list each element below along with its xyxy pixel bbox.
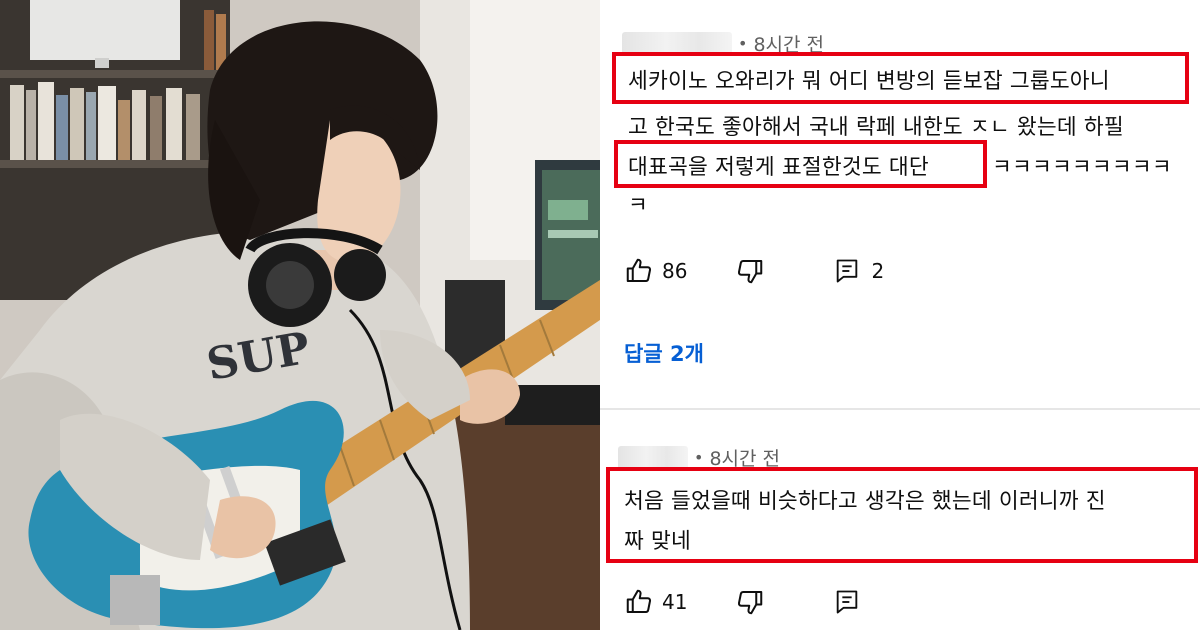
dislike-icon: [738, 260, 763, 284]
highlight-box: [614, 140, 987, 188]
comment-actions: 41: [624, 587, 861, 617]
comments-panel: • 8시간 전 세카이노 오와리가 뭐 어디 변방의 듣보잡 그룹도아니 고 한…: [600, 0, 1200, 630]
reply-count: 2: [871, 259, 885, 283]
dislike-icon: [738, 591, 763, 615]
reply-icon: [837, 259, 858, 283]
highlight-box: [606, 467, 1198, 563]
like-icon: [626, 589, 652, 613]
separator-dot: •: [694, 448, 704, 467]
like-icon: [626, 258, 652, 282]
reply-icon: [837, 590, 858, 614]
reply-button[interactable]: 2: [833, 257, 884, 285]
guitarist-illustration: SUP: [0, 0, 600, 630]
dislike-button[interactable]: [735, 587, 765, 617]
comment-actions: 86 2: [624, 256, 884, 286]
like-button[interactable]: 86: [624, 256, 687, 286]
comment-text-line: ㅋㅋㅋㅋㅋㅋㅋㅋㅋ: [992, 155, 1172, 180]
comment-divider: [600, 408, 1200, 410]
like-count: 41: [662, 590, 688, 614]
dislike-button[interactable]: [735, 256, 765, 286]
guitarist-photo: SUP: [0, 0, 600, 630]
view-replies-link[interactable]: 답글 2개: [624, 338, 704, 368]
blurred-username[interactable]: [618, 445, 688, 470]
highlight-box: [612, 52, 1189, 104]
like-button[interactable]: 41: [624, 587, 687, 617]
reply-button[interactable]: [833, 588, 861, 616]
comment-text-line: ㅋ: [628, 193, 648, 218]
like-count: 86: [662, 259, 688, 283]
comment-text-line: 고 한국도 좋아해서 국내 락페 내한도 ㅈㄴ 왔는데 하필: [628, 115, 1124, 140]
separator-dot: •: [738, 34, 748, 53]
